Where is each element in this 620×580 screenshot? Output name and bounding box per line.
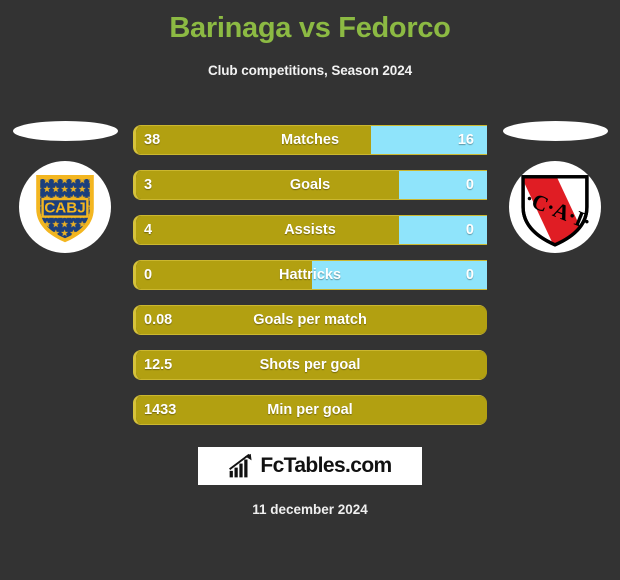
page-subtitle: Club competitions, Season 2024 — [207, 62, 413, 78]
stat-label: Hattricks — [278, 267, 342, 283]
stat-row: 3 Goals 0 — [133, 170, 487, 200]
fctables-logo[interactable]: FcTables.com — [198, 447, 422, 485]
independiente-crest: ·C·A·I· — [509, 161, 601, 253]
away-team-crest-column: ·C·A·I· — [490, 121, 620, 253]
fctables-logo-text: FcTables.com — [260, 454, 392, 477]
stat-row: 4 Assists 0 — [133, 215, 487, 245]
boca-crest-text: CABJ — [44, 200, 85, 217]
stat-row: 0 Hattricks 0 — [133, 260, 487, 290]
home-team-crest-column: CABJ — [0, 121, 130, 253]
stat-label: Assists — [284, 222, 336, 238]
stat-row: 1433 Min per goal — [133, 395, 487, 425]
stat-away-value: 16 — [457, 132, 474, 148]
boca-juniors-crest: CABJ — [19, 161, 111, 253]
bar-chart-growth-icon — [229, 453, 252, 478]
stat-away-value: 0 — [465, 177, 474, 193]
stat-away-value: 0 — [465, 267, 474, 283]
stat-row: 38 Matches 16 — [133, 125, 487, 155]
report-date: 11 december 2024 — [252, 502, 368, 517]
stats-bar-list: 38 Matches 16 3 Goals 0 4 Assists 0 0 Hattricks 0 0.… — [133, 125, 487, 440]
stat-label: Goals — [289, 177, 331, 193]
stat-label: Matches — [280, 132, 340, 148]
stat-label: Min per goal — [267, 402, 353, 418]
decorative-ellipse-left — [12, 121, 118, 141]
page-title: Barinaga vs Fedorco — [169, 12, 451, 44]
stat-label: Goals per match — [253, 312, 367, 328]
stat-row: 0.08 Goals per match — [133, 305, 487, 335]
stat-away-value: 0 — [465, 222, 474, 238]
stat-row: 12.5 Shots per goal — [133, 350, 487, 380]
stat-label: Shots per goal — [259, 357, 361, 373]
decorative-ellipse-right — [502, 121, 608, 141]
